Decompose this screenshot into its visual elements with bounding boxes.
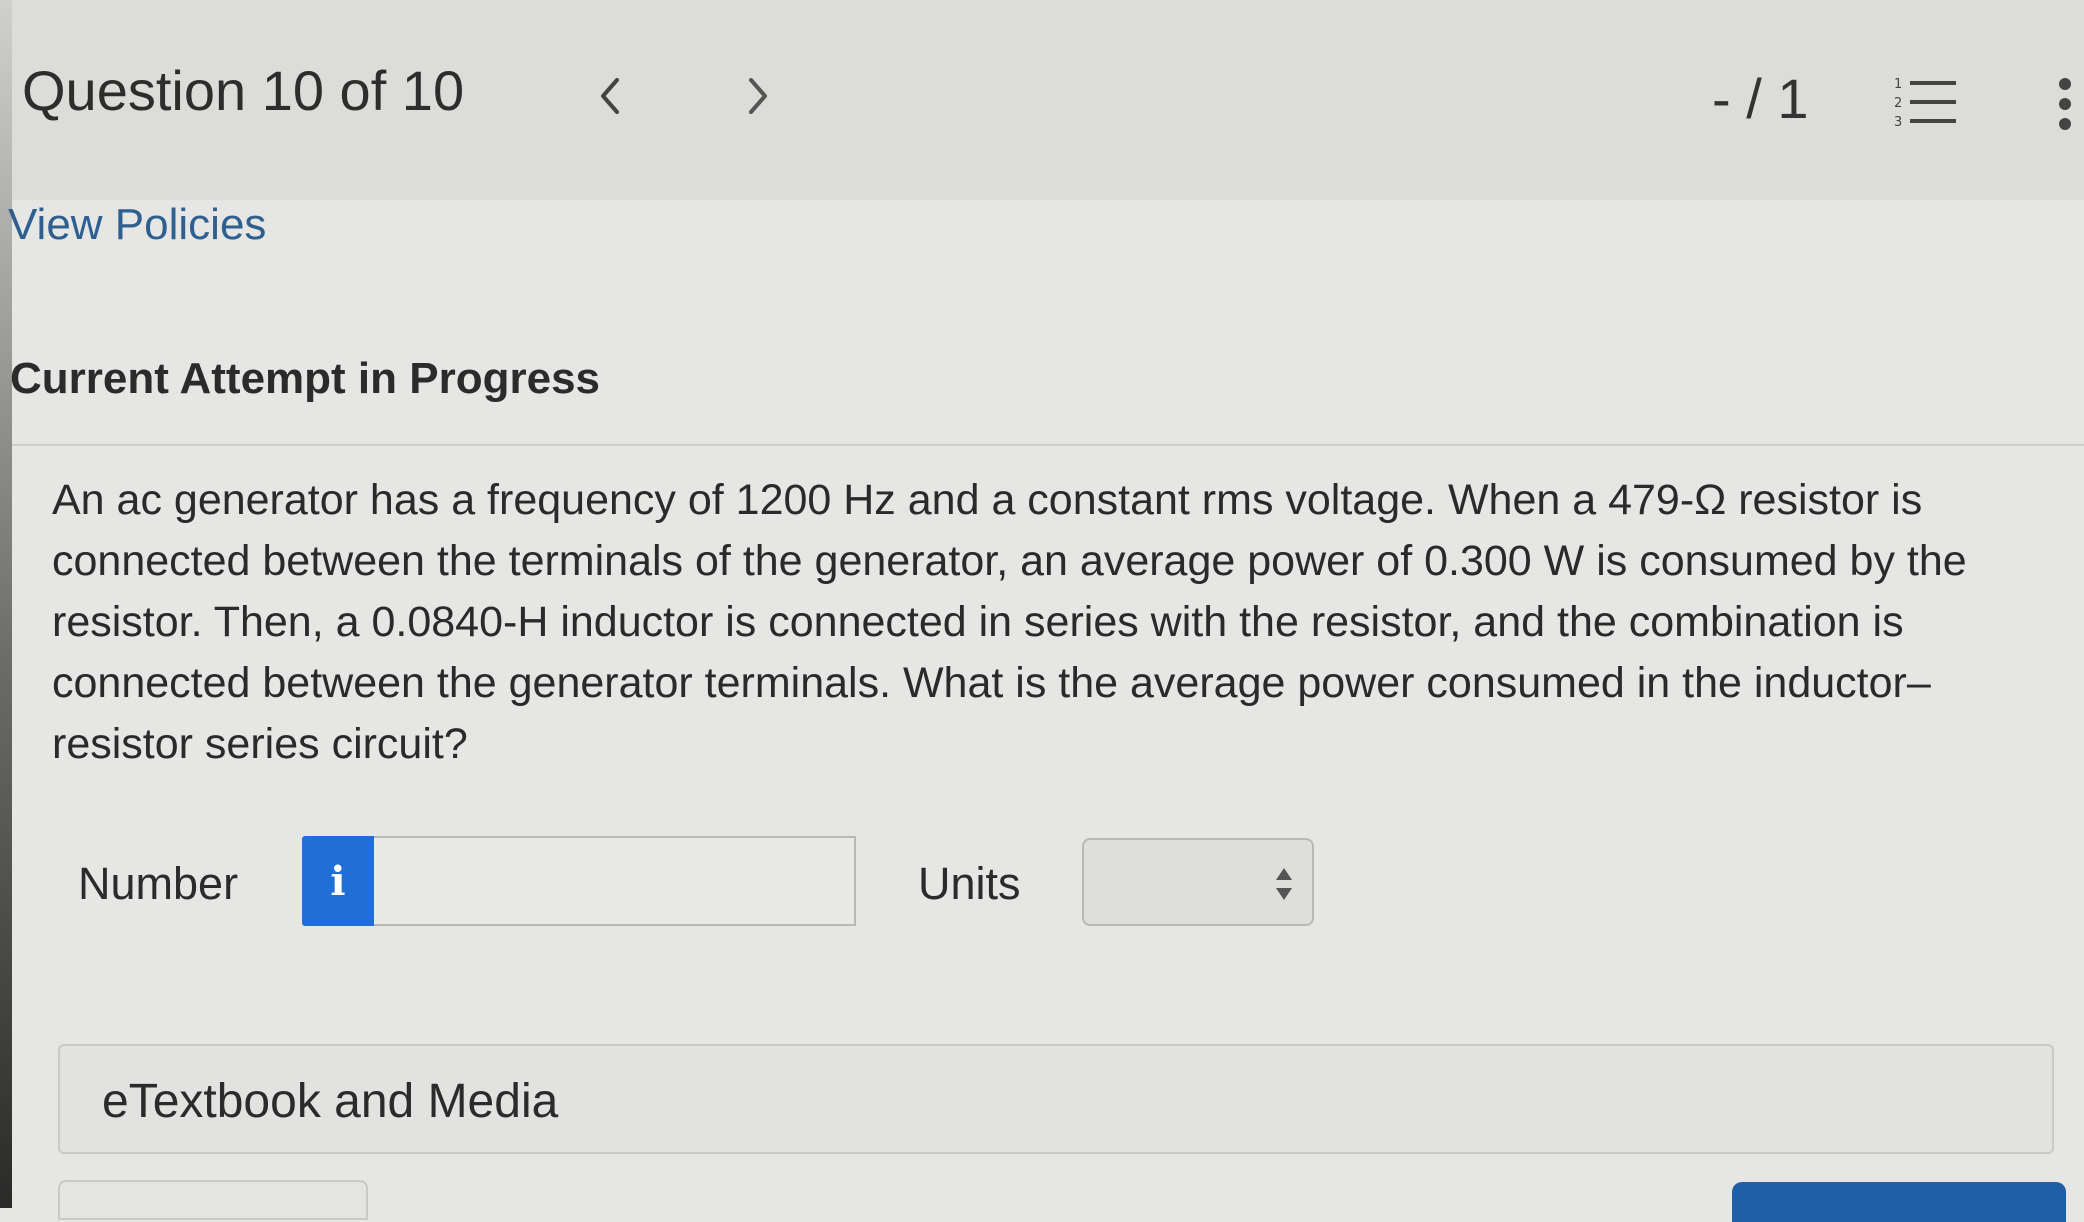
numbered-list-icon: 1 2 3 bbox=[1894, 77, 1956, 130]
question-text: An ac generator has a frequency of 1200 … bbox=[52, 476, 1967, 768]
etextbook-media-label: eTextbook and Media bbox=[102, 1075, 559, 1128]
info-icon: i bbox=[330, 857, 346, 905]
svg-text:2: 2 bbox=[1894, 96, 1902, 111]
attempt-heading: Current Attempt in Progress bbox=[10, 354, 601, 403]
select-arrows-icon bbox=[1276, 868, 1292, 900]
next-question-button[interactable] bbox=[728, 66, 788, 126]
svg-text:3: 3 bbox=[1894, 115, 1902, 130]
svg-text:1: 1 bbox=[1894, 77, 1902, 92]
vertical-dots-icon bbox=[2059, 78, 2071, 130]
secondary-action-button[interactable] bbox=[58, 1180, 368, 1220]
number-label: Number bbox=[78, 858, 239, 909]
chevron-left-icon bbox=[601, 78, 619, 114]
question-title: Question 10 of 10 bbox=[22, 59, 465, 122]
question-score: - / 1 bbox=[1712, 67, 1809, 130]
etextbook-media-panel[interactable]: eTextbook and Media bbox=[58, 1044, 2054, 1154]
more-options-button[interactable] bbox=[2042, 72, 2084, 136]
section-divider bbox=[12, 444, 2084, 446]
primary-action-button[interactable] bbox=[1732, 1182, 2066, 1222]
chevron-right-icon bbox=[749, 78, 767, 114]
question-list-button[interactable]: 1 2 3 bbox=[1892, 74, 1962, 130]
screen-edge bbox=[0, 0, 12, 1208]
previous-question-button[interactable] bbox=[580, 66, 640, 126]
info-button[interactable]: i bbox=[302, 836, 374, 926]
units-label: Units bbox=[918, 858, 1021, 909]
units-select[interactable] bbox=[1082, 838, 1314, 926]
number-input[interactable] bbox=[374, 836, 856, 926]
view-policies-link[interactable]: View Policies bbox=[8, 200, 266, 250]
question-header: Question 10 of 10 - / 1 1 2 3 bbox=[12, 0, 2084, 200]
